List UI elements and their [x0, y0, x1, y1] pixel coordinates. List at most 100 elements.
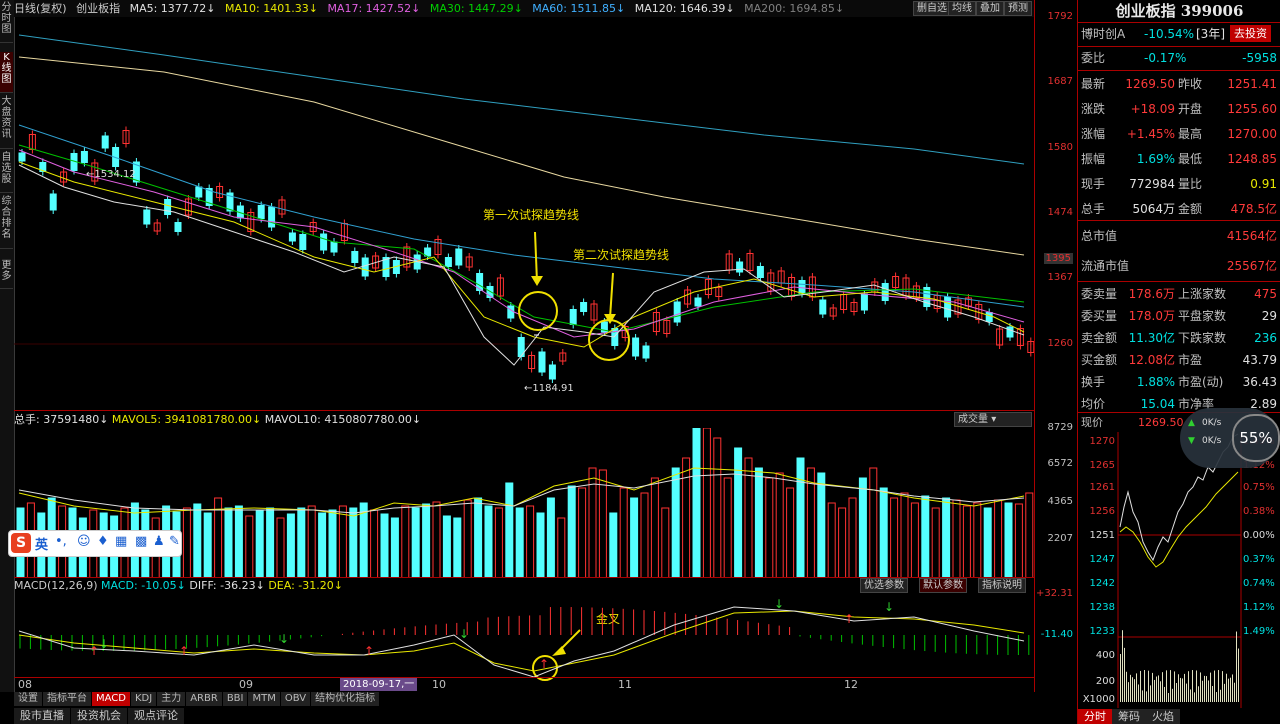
tab-live[interactable]: 股市直播 [14, 708, 71, 724]
volume-bar [245, 515, 254, 578]
tools-icon[interactable]: ✎ [169, 534, 180, 549]
tab-chips[interactable]: 筹码 [1112, 709, 1146, 724]
tab-kdj[interactable]: KDJ [130, 692, 158, 706]
mini-left-tick: 1251 [1089, 530, 1115, 541]
stats-label: 市盈(动) [1178, 375, 1224, 389]
keyboard-icon[interactable]: ▦ [115, 534, 127, 549]
weibi-value: -0.17% [1144, 51, 1187, 65]
mini-volume-bar [1120, 654, 1121, 702]
mini-volume-bar [1156, 676, 1157, 702]
mini-left-tick: 1247 [1089, 554, 1115, 565]
volume-bar [411, 507, 420, 578]
mini-left-tick: 1238 [1089, 602, 1115, 613]
volume-bar [817, 472, 826, 578]
mini-volume-bar [1146, 691, 1147, 702]
volume-bar [827, 502, 836, 578]
buy-signal-arrow-icon: ↑ [844, 612, 854, 626]
tab-settings[interactable]: 设置 [14, 692, 43, 706]
mini-left-tick: 1256 [1089, 506, 1115, 517]
volume-bar [858, 477, 867, 578]
volume-bar [879, 487, 888, 578]
ime-lang[interactable]: 英 [35, 534, 48, 553]
mini-volume-bar [1164, 686, 1165, 702]
tab-flame[interactable]: 火焰 [1146, 709, 1180, 724]
tab-opportunity[interactable]: 投资机会 [71, 708, 128, 724]
diff-value: DIFF: -36.23↓ [189, 579, 265, 592]
volume-bar [890, 497, 899, 578]
vol-tick: 6572 [1047, 458, 1073, 469]
mini-volume-bar [1150, 685, 1151, 702]
price-axis: 1792 1687 1580 1474 1395 1367 1260 8729 … [1034, 0, 1077, 692]
mini-volume-bar [1208, 680, 1209, 702]
stats-value: 475 [1254, 287, 1277, 301]
quote-value: 5064万 [1132, 202, 1175, 216]
tab-intraday[interactable]: 分时 [1078, 709, 1112, 724]
mini-volume-bar [1130, 674, 1131, 702]
quote-label: 金额 [1178, 202, 1203, 216]
microphone-icon[interactable]: ♦ [97, 534, 109, 549]
stats-value: 43.79 [1242, 353, 1277, 367]
network-speed-widget[interactable]: ▲ 0K/s ▼ 0K/s 55% [1180, 408, 1280, 468]
skin-icon[interactable]: ♟ [153, 534, 165, 549]
weibi-label: 委比 [1081, 51, 1106, 65]
invest-button[interactable]: 去投资 [1230, 25, 1271, 42]
volume-bar [567, 485, 576, 578]
mini-volume-bar [1142, 690, 1143, 702]
tab-mtm[interactable]: MTM [248, 692, 281, 706]
macd-chart[interactable]: ↑ ↓ ↑↓↑↓↑↓↑↓ [14, 593, 1034, 677]
ime-toolbar[interactable]: S 英 •, ☺ ♦ ▦ ▩ ♟ ✎ [8, 530, 182, 557]
volume-bar [682, 457, 691, 578]
mini-volume-bar [1202, 680, 1203, 702]
stats-label: 市盈 [1178, 353, 1203, 367]
mavol10: MAVOL10: 4150807780.00↓ [264, 413, 422, 426]
quote-row: 振幅 1.69% 最低 1248.85 [1078, 147, 1280, 171]
fund-name[interactable]: 博时创A [1081, 22, 1125, 46]
tab-obv[interactable]: OBV [280, 692, 312, 706]
mini-volume-bar [1138, 684, 1139, 702]
volume-bar [359, 502, 368, 578]
tab-indicator-platform[interactable]: 指标平台 [43, 692, 92, 706]
volume-bar [474, 497, 483, 578]
tab-main-force[interactable]: 主力 [157, 692, 187, 706]
volume-bar [286, 513, 295, 578]
sell-signal-arrow-icon: ↓ [99, 637, 109, 651]
mini-volume-bar [1224, 683, 1225, 702]
punctuation-icon[interactable]: •, [55, 534, 67, 549]
volume-bar [942, 497, 951, 578]
volume-bar [702, 428, 711, 578]
default-params-button[interactable]: 默认参数 [919, 578, 967, 593]
tab-macd[interactable]: MACD [92, 692, 131, 706]
volume-bar [380, 513, 389, 578]
tab-bbi[interactable]: BBI [222, 692, 249, 706]
optimal-params-button[interactable]: 优选参数 [860, 578, 908, 593]
mini-volume-bar [1230, 677, 1231, 702]
fund-promo-row: 博时创A -10.54% [3年] 去投资 [1078, 22, 1280, 46]
volume-bar [557, 517, 566, 578]
buy-signal-arrow-icon: ↑ [179, 644, 189, 658]
indicator-help-button[interactable]: 指标说明 [978, 578, 1026, 593]
grid-icon[interactable]: ▩ [135, 534, 147, 549]
mini-volume-bar [1158, 675, 1159, 702]
emoji-icon[interactable]: ☺ [77, 534, 91, 549]
buy-signal-arrow-icon: ↑ [364, 644, 374, 658]
tab-arbr[interactable]: ARBR [186, 692, 223, 706]
stats-label: 委卖量 [1081, 287, 1118, 301]
quote-value: 1269.50 [1125, 77, 1175, 91]
tab-opinion[interactable]: 观点评论 [128, 708, 185, 724]
quote-row: 涨跌 +18.09 开盘 1255.60 [1078, 97, 1280, 121]
index-title: 创业板指 399006 [1115, 2, 1244, 20]
mini-right-tick: 0.74% [1243, 578, 1275, 589]
macd-name[interactable]: MACD(12,26,9) [14, 579, 98, 592]
mini-volume-bar [1232, 674, 1233, 702]
volume-bar [692, 428, 701, 578]
mini-volume-bar [1124, 647, 1125, 702]
volume-selector[interactable]: 成交量 ▾ [954, 412, 1032, 427]
quote-value: +18.09 [1130, 102, 1175, 116]
quote-label: 量比 [1178, 177, 1203, 191]
volume-bar [869, 467, 878, 578]
tab-structure[interactable]: 结构优化指标 [311, 692, 381, 706]
mini-right-tick: 1.12% [1243, 602, 1275, 613]
volume-bar [713, 437, 722, 578]
stats-row: 换手 1.88% 市盈(动) 36.43 [1078, 370, 1280, 394]
mini-right-tick: 0.38% [1243, 506, 1275, 517]
